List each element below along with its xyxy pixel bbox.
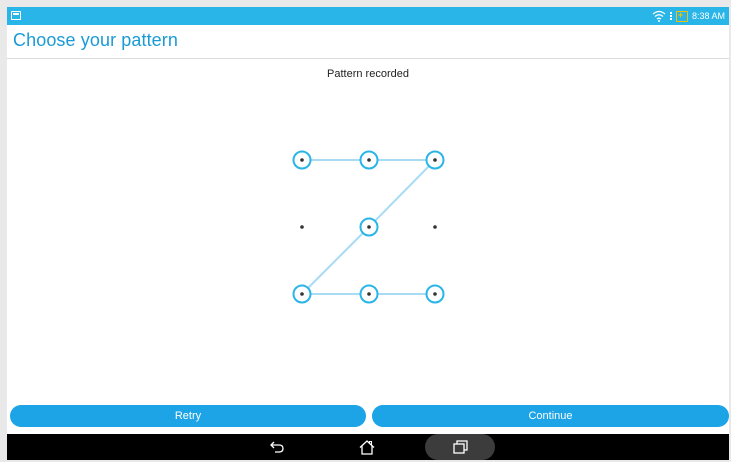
retry-button[interactable]: Retry	[10, 405, 366, 427]
pattern-dot-3[interactable]	[425, 150, 445, 170]
pattern-dot-2[interactable]	[359, 150, 379, 170]
pattern-dot-4[interactable]	[300, 225, 304, 229]
pattern-lock-grid[interactable]	[7, 7, 729, 427]
home-icon	[359, 439, 375, 455]
navigation-bar	[7, 434, 729, 460]
back-icon	[270, 441, 284, 453]
pattern-dot-6[interactable]	[433, 225, 437, 229]
pattern-dot-8[interactable]	[359, 284, 379, 304]
continue-button[interactable]: Continue	[372, 405, 729, 427]
pattern-dot-7[interactable]	[292, 284, 312, 304]
pattern-dot-9[interactable]	[425, 284, 445, 304]
pattern-dot-1[interactable]	[292, 150, 312, 170]
pattern-dot-5[interactable]	[359, 217, 379, 237]
recent-apps-button[interactable]	[425, 434, 495, 460]
back-button[interactable]	[262, 434, 292, 460]
recent-apps-icon	[452, 440, 468, 454]
home-button[interactable]	[352, 434, 382, 460]
screen: 8:38 AM Choose your pattern Pattern reco…	[7, 7, 729, 460]
